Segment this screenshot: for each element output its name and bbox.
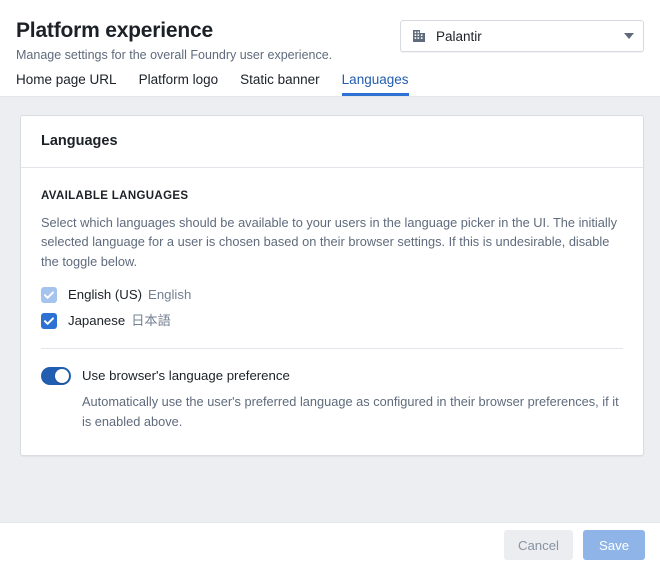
- save-button[interactable]: Save: [583, 530, 645, 560]
- organization-select[interactable]: Palantir: [400, 20, 644, 52]
- browser-preference-label: Use browser's language preference: [82, 368, 290, 384]
- toggle-knob: [55, 369, 69, 384]
- language-label-english-us: English (US): [68, 287, 143, 303]
- available-languages-description: Select which languages should be availab…: [41, 214, 617, 269]
- languages-card-title: Languages: [41, 133, 118, 150]
- languages-card-header: Languages: [21, 116, 643, 168]
- check-icon: [44, 291, 54, 299]
- language-label-japanese: Japanese: [68, 313, 126, 329]
- checkbox-japanese[interactable]: [41, 313, 57, 330]
- language-row-japanese[interactable]: Japanese 日本語: [41, 313, 623, 330]
- page-title: Platform experience: [16, 19, 213, 42]
- page-header: Platform experience Manage settings for …: [0, 0, 660, 97]
- tab-languages[interactable]: Languages: [341, 73, 409, 97]
- tab-platform-logo[interactable]: Platform logo: [139, 73, 219, 97]
- language-row-english-us[interactable]: English (US) English: [41, 287, 623, 304]
- language-native-english-us: English: [148, 287, 192, 303]
- tab-bar: Home page URL Platform logo Static banne…: [16, 63, 644, 97]
- checkbox-english-us[interactable]: [41, 287, 57, 304]
- browser-preference-toggle[interactable]: [41, 367, 71, 386]
- platform-experience-page: Platform experience Manage settings for …: [0, 0, 660, 567]
- languages-card-body: AVAILABLE LANGUAGES Select which languag…: [21, 168, 643, 455]
- languages-card: Languages AVAILABLE LANGUAGES Select whi…: [20, 115, 644, 456]
- title-block: Platform experience Manage settings for …: [16, 18, 332, 63]
- available-languages-label: AVAILABLE LANGUAGES: [41, 189, 189, 202]
- browser-preference-description: Automatically use the user's preferred l…: [82, 394, 619, 429]
- action-footer: Cancel Save: [0, 522, 660, 567]
- chevron-down-icon: [624, 33, 634, 39]
- browser-preference-row[interactable]: Use browser's language preference: [41, 367, 623, 386]
- header-top-row: Platform experience Manage settings for …: [16, 18, 644, 63]
- organization-select-value: Palantir: [436, 28, 482, 44]
- content-area: Languages AVAILABLE LANGUAGES Select whi…: [0, 96, 660, 522]
- cancel-button[interactable]: Cancel: [503, 530, 573, 560]
- language-native-japanese: 日本語: [131, 313, 171, 329]
- check-icon: [44, 317, 54, 325]
- tab-static-banner[interactable]: Static banner: [240, 73, 320, 97]
- tab-home-page-url[interactable]: Home page URL: [16, 73, 117, 97]
- page-subtitle: Manage settings for the overall Foundry …: [16, 48, 333, 63]
- section-divider: [41, 348, 623, 350]
- office-icon: [413, 30, 425, 42]
